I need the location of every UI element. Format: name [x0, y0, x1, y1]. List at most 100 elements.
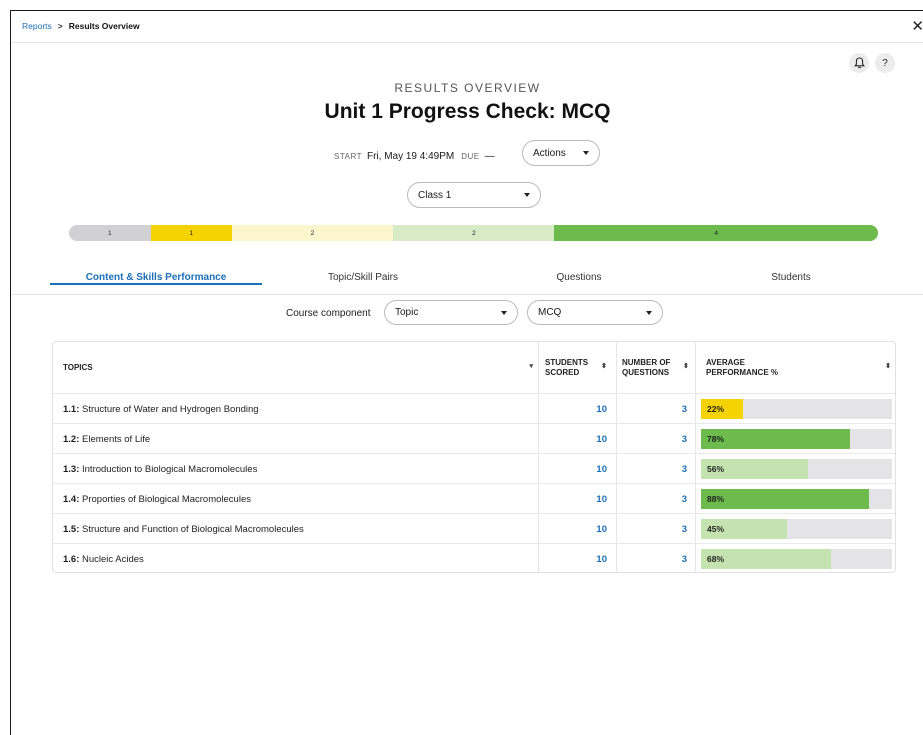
course-component-select[interactable]: Topic — [384, 300, 518, 325]
actions-label: Actions — [533, 147, 566, 159]
performance-bar: 45% — [701, 519, 892, 539]
tab-bar: Content & Skills Performance Topic/Skill… — [11, 265, 923, 295]
sort-icon: ⬍ — [885, 363, 891, 370]
students-scored-cell: 10 — [539, 394, 607, 424]
topics-column-header[interactable]: TOPICS ▾ — [63, 342, 533, 393]
questions-header-line2: QUESTIONS — [622, 367, 670, 377]
start-label: START — [334, 152, 362, 161]
students-scored-cell: 10 — [539, 424, 607, 454]
students-scored-link[interactable]: 10 — [596, 494, 607, 505]
topic-code: 1.4: — [63, 493, 80, 505]
distribution-segment[interactable]: 2 — [393, 225, 555, 241]
students-scored-column-header[interactable]: STUDENTS SCORED ⬍ — [545, 342, 613, 393]
questions-count-link[interactable]: 3 — [682, 494, 687, 505]
chevron-down-icon — [501, 311, 507, 315]
table-row: 1.1: Structure of Water and Hydrogen Bon… — [53, 393, 895, 424]
breadcrumb-separator: > — [57, 21, 63, 31]
topic-name: 1.3: Introduction to Biological Macromol… — [63, 454, 257, 484]
top-bar: Reports > Results Overview ✕ — [11, 11, 923, 43]
help-button[interactable]: ? — [875, 53, 895, 73]
students-header-line1: STUDENTS — [545, 357, 589, 367]
students-header-line2: SCORED — [545, 367, 580, 377]
report-window: Reports > Results Overview ✕ ? RESULTS O… — [10, 10, 923, 735]
class-select-value: Class 1 — [418, 189, 452, 201]
questions-count-link[interactable]: 3 — [682, 524, 687, 535]
chevron-down-icon — [646, 311, 652, 315]
topic-code: 1.3: — [63, 463, 80, 475]
table-row: 1.6: Nucleic Acides 10 3 68% — [53, 543, 895, 572]
topic-name: 1.4: Proporties of Biological Macromolec… — [63, 484, 251, 514]
tab-topic-skill-pairs[interactable]: Topic/Skill Pairs — [262, 272, 464, 302]
table-row: 1.4: Proporties of Biological Macromolec… — [53, 483, 895, 514]
tab-questions[interactable]: Questions — [464, 272, 694, 302]
tab-students[interactable]: Students — [694, 272, 888, 302]
students-scored-link[interactable]: 10 — [596, 434, 607, 445]
breadcrumb: Reports > Results Overview — [22, 21, 140, 31]
questions-header-line1: NUMBER OF — [622, 357, 671, 367]
due-value: — — [484, 151, 495, 162]
performance-bar: 22% — [701, 399, 892, 419]
students-scored-link[interactable]: 10 — [596, 464, 607, 475]
course-component-value: Topic — [395, 307, 419, 318]
performance-header-line1: AVERAGE — [706, 357, 745, 367]
due-label: DUE — [461, 152, 480, 161]
page-title: Unit 1 Progress Check: MCQ — [324, 100, 611, 123]
distribution-segment[interactable]: 2 — [231, 225, 394, 241]
distribution-segment[interactable]: 1 — [69, 225, 151, 241]
topic-name: 1.6: Nucleic Acides — [63, 544, 144, 572]
assignment-meta: START Fri, May 19 4:49PM DUE — — [334, 151, 502, 162]
performance-percent: 45% — [707, 524, 725, 534]
performance-bar-fill — [701, 489, 870, 509]
students-scored-link[interactable]: 10 — [596, 524, 607, 535]
students-scored-link[interactable]: 10 — [596, 404, 607, 415]
performance-bar: 56% — [701, 459, 892, 479]
questions-count-link[interactable]: 3 — [682, 404, 687, 415]
breadcrumb-reports-link[interactable]: Reports — [22, 21, 52, 31]
actions-dropdown[interactable]: Actions — [522, 140, 600, 166]
chevron-down-icon: ▾ — [529, 363, 533, 370]
topic-title: Proporties of Biological Macromolecules — [79, 493, 251, 505]
performance-bar: 88% — [701, 489, 892, 509]
table-row: 1.5: Structure and Function of Biologica… — [53, 513, 895, 544]
class-select[interactable]: Class 1 — [407, 182, 541, 208]
performance-percent: 22% — [707, 404, 725, 414]
topic-code: 1.1: — [63, 403, 80, 415]
notifications-button[interactable] — [849, 53, 869, 73]
active-tab-indicator — [50, 283, 262, 285]
students-scored-cell: 10 — [539, 544, 607, 572]
start-value: Fri, May 19 4:49PM — [366, 151, 455, 162]
table-row: 1.2: Elements of Life 10 3 78% — [53, 423, 895, 454]
tab-content-skills[interactable]: Content & Skills Performance — [50, 272, 262, 302]
topic-title: Structure and Function of Biological Mac… — [79, 523, 304, 535]
questions-cell: 3 — [617, 514, 687, 544]
chevron-down-icon — [524, 193, 530, 197]
performance-bar: 78% — [701, 429, 892, 449]
distribution-segment[interactable]: 1 — [150, 225, 232, 241]
close-icon[interactable]: ✕ — [911, 19, 923, 34]
performance-header-line2: PERFORMANCE % — [706, 367, 779, 377]
table-row: 1.3: Introduction to Biological Macromol… — [53, 453, 895, 484]
average-performance-column-header[interactable]: AVERAGE PERFORMANCE % ⬍ — [706, 342, 891, 393]
performance-percent: 88% — [707, 494, 725, 504]
question-type-value: MCQ — [538, 307, 562, 318]
questions-count-link[interactable]: 3 — [682, 554, 687, 565]
questions-cell: 3 — [617, 394, 687, 424]
topic-title: Elements of Life — [79, 433, 151, 445]
topic-code: 1.5: — [63, 523, 80, 535]
topic-name: 1.5: Structure and Function of Biologica… — [63, 514, 304, 544]
performance-percent: 56% — [707, 464, 725, 474]
students-scored-link[interactable]: 10 — [596, 554, 607, 565]
breadcrumb-current: Results Overview — [68, 21, 140, 31]
questions-count-link[interactable]: 3 — [682, 434, 687, 445]
number-of-questions-column-header[interactable]: NUMBER OF QUESTIONS ⬍ — [622, 342, 694, 393]
topic-code: 1.2: — [63, 433, 80, 445]
distribution-segment[interactable]: 4 — [554, 225, 878, 241]
topics-table: TOPICS ▾ STUDENTS SCORED ⬍ NUMBER OF QUEST… — [52, 341, 896, 573]
performance-percent: 68% — [707, 554, 725, 564]
questions-cell: 3 — [617, 454, 687, 484]
question-type-select[interactable]: MCQ — [527, 300, 663, 325]
performance-bar: 68% — [701, 549, 892, 569]
topic-title: Nucleic Acides — [79, 553, 144, 565]
questions-count-link[interactable]: 3 — [682, 464, 687, 475]
bell-icon — [853, 57, 865, 69]
